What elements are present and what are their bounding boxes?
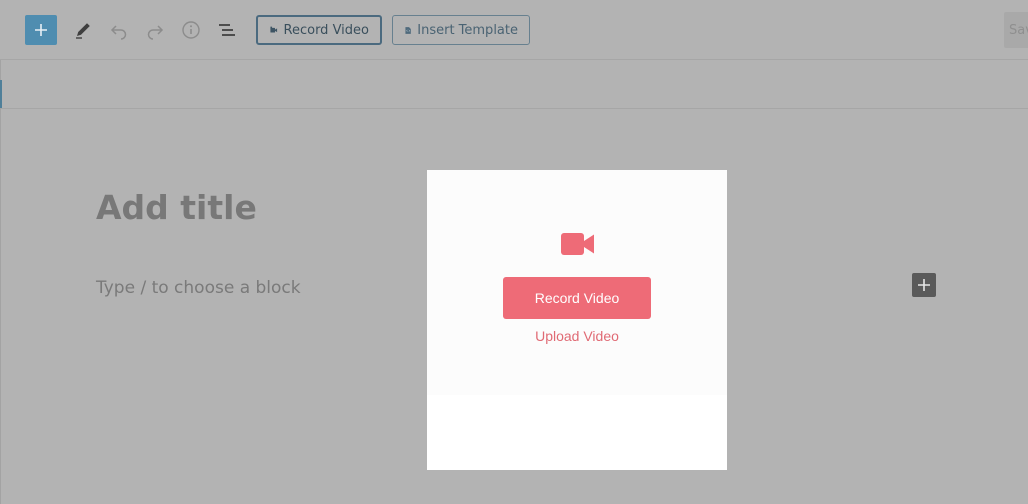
undo-button[interactable]: [108, 19, 130, 41]
plus-icon: [35, 24, 47, 36]
record-video-button[interactable]: Record Video: [503, 277, 651, 319]
insert-template-label: Insert Template: [417, 22, 518, 38]
sidebar-edge: [0, 60, 1, 504]
list-view-button[interactable]: [216, 19, 238, 41]
post-title-input[interactable]: Add title: [96, 188, 257, 227]
sidebar-indicator: [0, 80, 2, 108]
block-toolbar-area: [0, 60, 1028, 109]
list-view-icon: [219, 24, 235, 36]
editor-toolbar: Record Video Insert Template Save: [0, 0, 1028, 60]
record-video-toolbar-button[interactable]: Record Video: [256, 15, 382, 45]
video-camera-icon: [270, 26, 278, 33]
block-placeholder[interactable]: Type / to choose a block: [96, 278, 301, 298]
insert-template-button[interactable]: Insert Template: [392, 15, 530, 45]
record-video-toolbar-label: Record Video: [283, 22, 369, 38]
upload-video-link[interactable]: Upload Video: [427, 328, 727, 344]
details-button[interactable]: [180, 19, 202, 41]
add-block-button[interactable]: [25, 15, 57, 45]
tools-button[interactable]: [72, 19, 94, 41]
code-document-icon: [405, 26, 411, 34]
redo-icon: [147, 25, 164, 40]
record-video-modal: Record Video Upload Video: [427, 170, 727, 470]
video-camera-icon: [561, 233, 594, 255]
info-icon: [182, 21, 200, 39]
save-button-label: Save: [1009, 22, 1028, 38]
pencil-icon: [76, 23, 90, 39]
save-button[interactable]: Save: [1004, 12, 1028, 48]
plus-icon: [918, 279, 930, 291]
block-add-button[interactable]: [912, 273, 936, 297]
undo-icon: [110, 25, 127, 40]
redo-button[interactable]: [144, 19, 166, 41]
